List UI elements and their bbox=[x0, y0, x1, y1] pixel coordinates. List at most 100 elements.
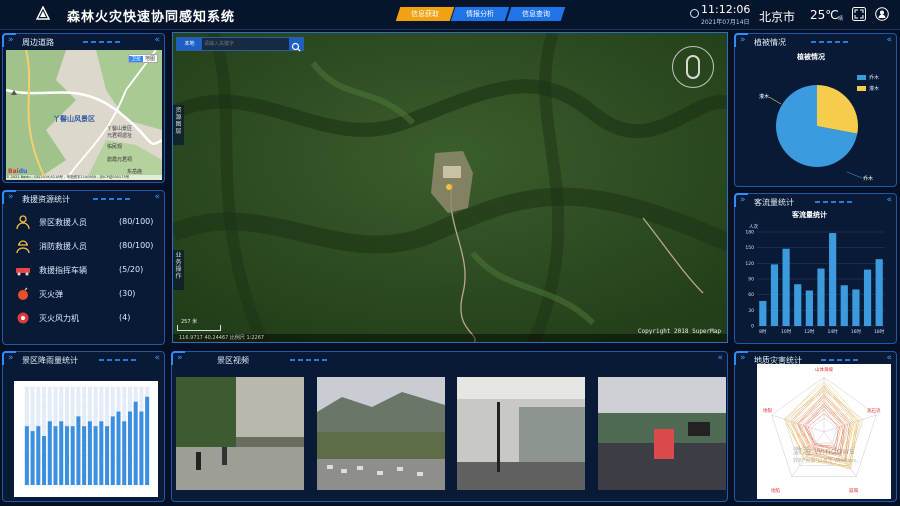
tab-business-ops[interactable]: 业务操作 bbox=[173, 250, 184, 290]
panel-title: 客流量统计 bbox=[754, 198, 794, 207]
map-search: 本地 bbox=[176, 37, 304, 52]
city-name[interactable]: 北京市 bbox=[759, 8, 795, 25]
rescuer-icon bbox=[16, 215, 30, 230]
rain-panel: » 景区降雨量统计 « bbox=[2, 351, 165, 502]
app-title: 森林火灾快速协同感知系统 bbox=[67, 10, 236, 25]
rain-chart-area bbox=[14, 381, 158, 497]
x-tick-label: 14时 bbox=[828, 328, 839, 335]
search-scope[interactable]: 本地 bbox=[177, 38, 202, 50]
rain-bar bbox=[82, 426, 87, 485]
main-map[interactable]: 本地 资源图层 业务操作 257 米 Copyright 2018 SuperM… bbox=[172, 32, 728, 343]
geo-chart-area: 山体滑坡 泥石流 崩塌 地陷 地裂 激活 Windows 转到"设置"以激活 W… bbox=[757, 364, 891, 499]
y-tick-label: 150 bbox=[745, 245, 754, 251]
video-thumbnail-2[interactable] bbox=[317, 377, 445, 490]
current-date: 2021年07月14日 bbox=[701, 19, 750, 26]
chevron-icon[interactable]: « bbox=[717, 353, 722, 363]
nav-intel-analysis[interactable]: 情报分析 bbox=[450, 7, 510, 21]
map-scale-bar bbox=[177, 325, 221, 331]
map-type-satellite[interactable]: 卫星 bbox=[128, 56, 143, 62]
panel-title: 救援资源统计 bbox=[22, 195, 70, 204]
rain-bar bbox=[59, 421, 64, 485]
search-button[interactable] bbox=[289, 38, 303, 52]
rain-bar bbox=[53, 426, 58, 485]
rain-bar bbox=[105, 426, 110, 485]
x-tick-label: 18时 bbox=[874, 328, 885, 335]
user-icon[interactable] bbox=[875, 7, 889, 21]
tab-resource-layers[interactable]: 资源图层 bbox=[173, 105, 184, 145]
rain-bar bbox=[99, 421, 104, 485]
baidu-logo: Baidu bbox=[8, 168, 28, 175]
resource-row: 消防救援人员 (80/100) bbox=[13, 237, 161, 255]
map-copyright: © 2021 Baidu - GS(2019)5218号 - 甲测资字11009… bbox=[6, 175, 162, 180]
rain-bar bbox=[24, 426, 29, 485]
chevron-icon[interactable]: « bbox=[886, 353, 891, 363]
vegetation-pie-chart: 灌木乔木 bbox=[759, 85, 873, 182]
rain-bar bbox=[70, 426, 75, 485]
chevron-icon: » bbox=[8, 35, 13, 45]
video-frame bbox=[457, 377, 585, 490]
radar-label: 地陷 bbox=[771, 489, 780, 494]
poi-label[interactable]: 碧霞元君祠 bbox=[107, 156, 132, 163]
roads-map[interactable]: 卫星 地图 丫髻山风景区 丫髻山景区 元君祠遗址 佑民观 碧霞元君祠 东岳庙 Ba… bbox=[6, 50, 162, 180]
activation-watermark: 激活 Windows bbox=[793, 447, 855, 457]
radar-label: 泥石流 bbox=[867, 409, 881, 414]
panel-title: 周边道路 bbox=[22, 38, 54, 47]
map-type-map[interactable]: 地图 bbox=[143, 56, 157, 62]
app-root: 森林火灾快速协同感知系统 信息获取 情报分析 信息查询 11:12:06 202… bbox=[0, 0, 900, 506]
chevron-icon[interactable]: « bbox=[154, 192, 159, 202]
chevron-icon[interactable]: « bbox=[886, 195, 891, 205]
rain-bar bbox=[93, 426, 98, 485]
video-thumbnail-1[interactable] bbox=[176, 377, 304, 490]
video-frame bbox=[317, 377, 445, 490]
chevron-icon[interactable]: « bbox=[886, 35, 891, 45]
y-axis-label: 人次 bbox=[749, 223, 758, 230]
chevron-icon: » bbox=[740, 195, 745, 205]
nav-info-query[interactable]: 信息查询 bbox=[506, 7, 566, 21]
resource-row: 灭火弹 (30) bbox=[13, 285, 161, 303]
logo-icon bbox=[36, 6, 50, 20]
poi-label[interactable]: 元君祠遗址 bbox=[107, 132, 132, 139]
poi-label[interactable]: 东岳庙 bbox=[127, 168, 142, 175]
poi-label[interactable]: 佑民观 bbox=[107, 143, 122, 150]
rain-bar bbox=[110, 416, 115, 485]
video-frame bbox=[176, 377, 304, 490]
pie-label: 乔木 bbox=[863, 175, 873, 182]
panel-title: 植被情况 bbox=[754, 38, 786, 47]
chevron-icon: » bbox=[177, 353, 182, 363]
y-tick-label: 180 bbox=[745, 230, 754, 236]
visitor-bar bbox=[829, 233, 837, 326]
map-search-input[interactable] bbox=[204, 39, 288, 49]
poi-label[interactable]: 丫髻山景区 bbox=[107, 125, 132, 132]
resources-panel: » 救援资源统计 « 景区救援人员 (80/100) 消防救援人员 (80/100) 救… bbox=[2, 190, 165, 345]
header-bar: 森林火灾快速协同感知系统 信息获取 情报分析 信息查询 11:12:06 202… bbox=[0, 0, 900, 30]
visitor-bar bbox=[875, 259, 883, 326]
current-time: 11:12:06 bbox=[701, 3, 751, 16]
nav-info-acquire[interactable]: 信息获取 bbox=[395, 7, 455, 21]
visitor-bar-chart: 人次 0 30 60 90 120 150 180 8时 10时 12时 14时 16时 18时 bbox=[745, 223, 885, 335]
coordinate-bar: 116.9717 40.24467 比例尺 1:2267 bbox=[173, 334, 727, 342]
visitor-bar bbox=[852, 289, 860, 326]
rain-bar bbox=[30, 431, 35, 485]
rain-bar bbox=[47, 421, 52, 485]
search-icon bbox=[291, 42, 301, 52]
panel-title: 景区视频 bbox=[217, 356, 249, 365]
rain-bar bbox=[133, 401, 138, 485]
compass-icon[interactable] bbox=[672, 46, 714, 88]
rain-bar bbox=[139, 411, 144, 485]
y-tick-label: 0 bbox=[751, 324, 754, 330]
map-scale-label: 257 米 bbox=[181, 319, 198, 325]
map-type-switch[interactable]: 卫星 地图 bbox=[127, 54, 158, 63]
location-pin-icon[interactable] bbox=[446, 184, 452, 190]
chevron-icon: » bbox=[8, 353, 13, 363]
rain-bar bbox=[122, 421, 127, 485]
vegetation-chart-title: 植被情况 bbox=[797, 53, 825, 61]
radar-label: 山体滑坡 bbox=[815, 368, 833, 373]
chevron-icon[interactable]: « bbox=[154, 353, 159, 363]
temperature: 25℃ bbox=[810, 8, 839, 22]
chevron-icon[interactable]: « bbox=[154, 35, 159, 45]
video-thumbnail-4[interactable] bbox=[598, 377, 726, 490]
visitor-bar bbox=[805, 290, 813, 326]
video-thumbnail-3[interactable] bbox=[457, 377, 585, 490]
chevron-icon: » bbox=[8, 192, 13, 202]
fullscreen-icon[interactable] bbox=[852, 7, 866, 21]
